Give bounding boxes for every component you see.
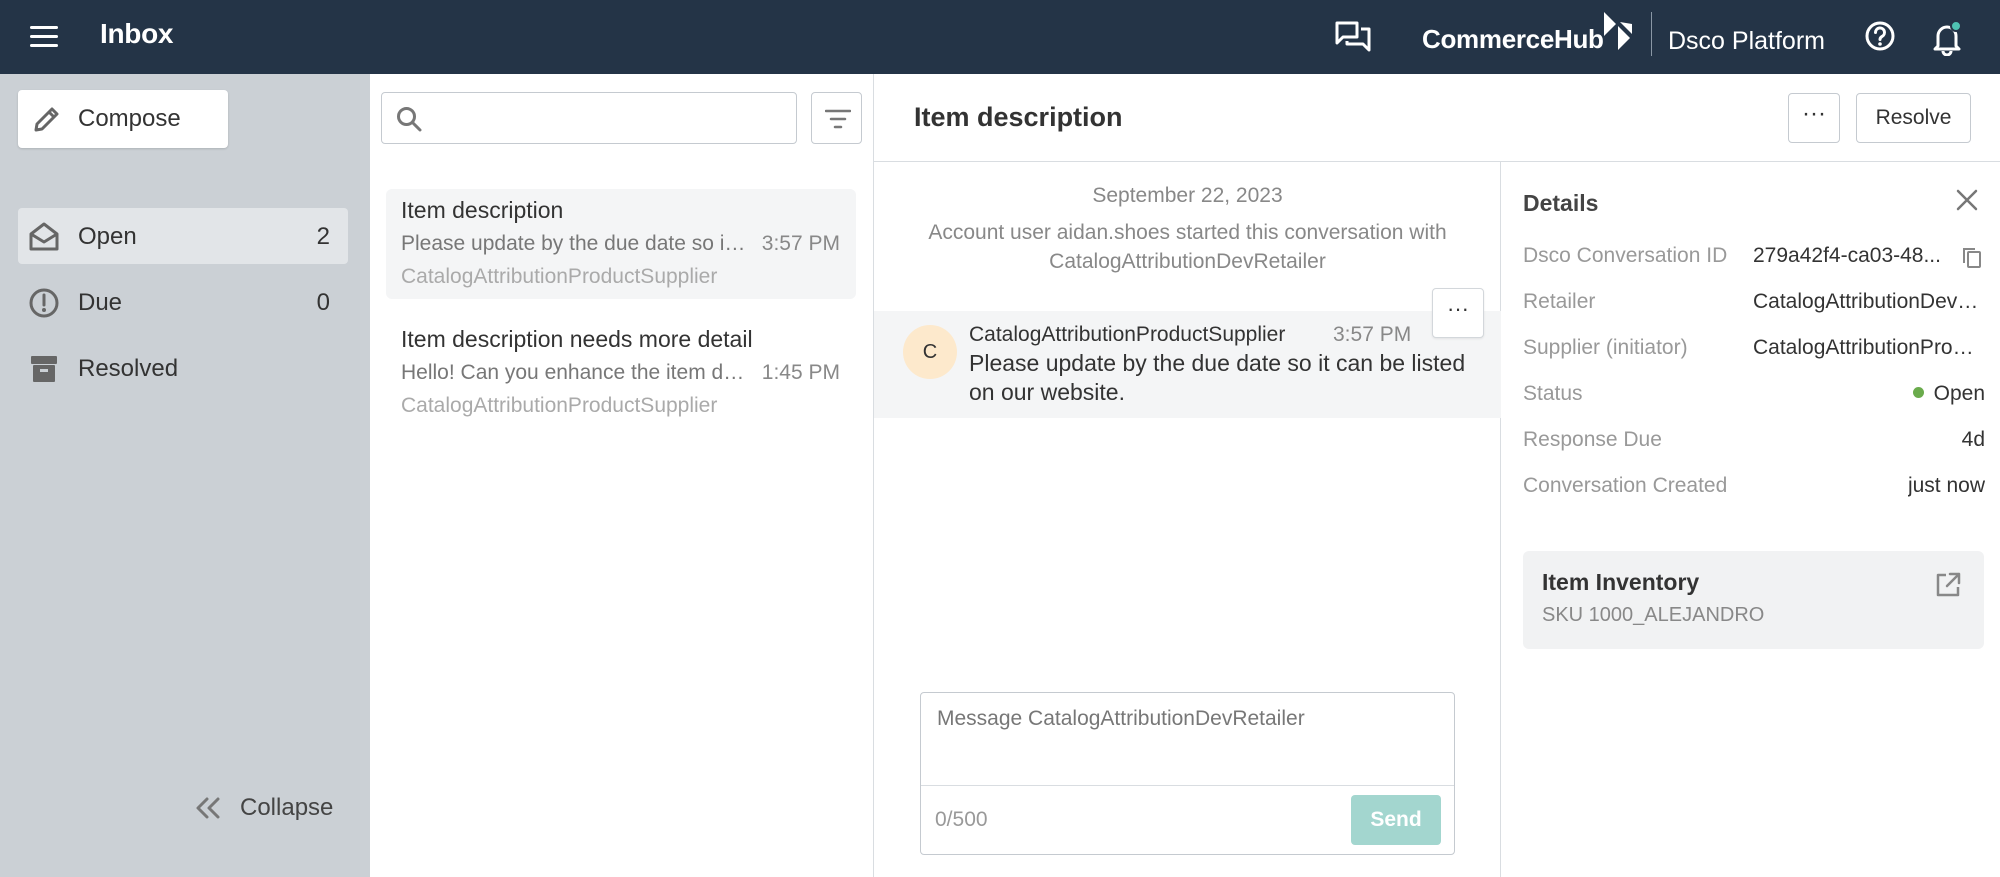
sidebar: Compose Open 2 Due 0 Resolved Collapse — [0, 74, 370, 877]
detail-row-status: Status Open — [1523, 382, 1985, 412]
detail-value: just now — [1907, 474, 1985, 497]
message-time: 3:57 PM — [1333, 323, 1412, 346]
filter-icon — [825, 109, 851, 129]
help-icon[interactable] — [1864, 20, 1896, 52]
composer-divider — [921, 785, 1454, 786]
send-button[interactable]: Send — [1351, 795, 1441, 845]
status-badge: Open — [1912, 382, 1985, 406]
detail-key: Response Due — [1523, 428, 1662, 451]
detail-row-conversation-created: Conversation Created just now — [1523, 474, 1985, 504]
conversation-from: CatalogAttributionProductSupplier — [401, 394, 718, 417]
message-thread: September 22, 2023 Account user aidan.sh… — [874, 162, 1501, 877]
envelope-open-icon — [29, 222, 59, 251]
close-icon[interactable] — [1953, 186, 1981, 214]
compose-button[interactable]: Compose — [18, 90, 228, 148]
platform-name: Dsco Platform — [1668, 27, 1825, 55]
conversation-subject: Item description needs more detail — [401, 326, 753, 352]
hamburger-menu-icon[interactable] — [24, 20, 64, 54]
detail-key: Status — [1523, 382, 1583, 405]
inventory-sku: SKU 1000_ALEJANDRO — [1542, 604, 1765, 626]
detail-value: CatalogAttributionProductSupplier — [1753, 336, 1983, 359]
external-link-icon[interactable] — [1934, 571, 1962, 599]
search-input[interactable] — [432, 101, 782, 135]
sidebar-item-label: Open — [78, 223, 137, 250]
message-composer: 0/500 Send — [920, 692, 1455, 855]
pencil-icon — [34, 107, 59, 132]
detail-key: Supplier (initiator) — [1523, 336, 1688, 359]
filter-button[interactable] — [811, 92, 862, 144]
detail-key: Conversation Created — [1523, 474, 1728, 497]
conversation-preview: Hello! Can you enhance the item descript… — [401, 361, 746, 384]
app-title: Inbox — [100, 18, 174, 49]
search-icon — [397, 107, 422, 132]
collapse-label: Collapse — [240, 794, 334, 821]
compose-label: Compose — [78, 105, 181, 132]
alert-circle-icon — [29, 288, 59, 318]
conversation-subject: Item description — [401, 197, 564, 223]
notification-bell-icon[interactable] — [1930, 20, 1964, 57]
top-bar: Inbox CommerceHub Dsco Platform — [0, 0, 2000, 74]
detail-value: 279a42f4-ca03-48... — [1753, 244, 1941, 267]
resolve-button[interactable]: Resolve — [1856, 93, 1971, 143]
sidebar-item-resolved[interactable]: Resolved — [18, 340, 348, 396]
detail-key: Retailer — [1523, 290, 1596, 313]
inventory-title: Item Inventory — [1542, 569, 1700, 595]
detail-row-retailer: Retailer CatalogAttributionDevRetailer — [1523, 290, 1985, 320]
detail-row-supplier: Supplier (initiator) CatalogAttributionP… — [1523, 336, 1985, 366]
status-value: Open — [1933, 382, 1985, 405]
message-options-button[interactable]: ··· — [1432, 288, 1484, 338]
copy-icon[interactable] — [1961, 246, 1983, 270]
conversation-time: 1:45 PM — [761, 361, 840, 384]
thread-date: September 22, 2023 — [1092, 184, 1283, 207]
avatar: C — [903, 325, 957, 379]
conversation-from: CatalogAttributionProductSupplier — [401, 265, 718, 288]
archive-icon — [31, 356, 57, 382]
double-chevron-left-icon — [196, 797, 220, 819]
topbar-divider — [1651, 12, 1652, 56]
search-box — [381, 92, 797, 144]
detail-value: CatalogAttributionDevRetailer — [1753, 290, 1983, 313]
more-options-button[interactable]: ··· — [1788, 93, 1840, 143]
brand-name: CommerceHub — [1422, 24, 1604, 54]
detail-row-conversation-id: Dsco Conversation ID 279a42f4-ca03-48... — [1523, 244, 1985, 274]
thread-started-note: Account user aidan.shoes started this co… — [928, 221, 1447, 273]
sidebar-item-open[interactable]: Open 2 — [18, 208, 348, 264]
commercehub-logo-icon — [1602, 12, 1634, 50]
message: C CatalogAttributionProductSupplier 3:57… — [874, 311, 1501, 418]
conversation-header: Item description ··· Resolve — [874, 74, 2000, 162]
detail-value: 4d — [1961, 428, 1985, 451]
item-inventory-card[interactable]: Item Inventory SKU 1000_ALEJANDRO — [1523, 551, 1984, 649]
details-panel: Details Dsco Conversation ID 279a42f4-ca… — [1501, 162, 2000, 877]
sidebar-item-count: 2 — [316, 223, 330, 250]
message-input[interactable] — [937, 707, 1437, 777]
character-counter: 0/500 — [935, 808, 988, 831]
conversation-list-pane: Item description Please update by the du… — [370, 74, 874, 877]
conversation-item[interactable]: Item description Please update by the du… — [386, 189, 856, 299]
message-sender: CatalogAttributionProductSupplier — [969, 323, 1286, 346]
conversation-title: Item description — [914, 102, 1123, 132]
sidebar-item-count: 0 — [316, 289, 330, 316]
sidebar-item-due[interactable]: Due 0 — [18, 274, 348, 330]
sidebar-item-label: Due — [78, 289, 123, 316]
detail-row-response-due: Response Due 4d — [1523, 428, 1985, 458]
chat-icon[interactable] — [1334, 20, 1372, 54]
collapse-button[interactable]: Collapse — [194, 788, 344, 828]
conversation-preview: Please update by the due date so it can … — [401, 232, 746, 255]
sidebar-item-label: Resolved — [78, 355, 179, 382]
status-dot — [1912, 387, 1924, 398]
message-body: Please update by the due date so it can … — [969, 350, 1466, 405]
conversation-time: 3:57 PM — [761, 232, 840, 255]
conversation-item[interactable]: Item description needs more detail Hello… — [386, 318, 856, 428]
details-title: Details — [1523, 190, 1599, 216]
detail-key: Dsco Conversation ID — [1523, 244, 1728, 267]
